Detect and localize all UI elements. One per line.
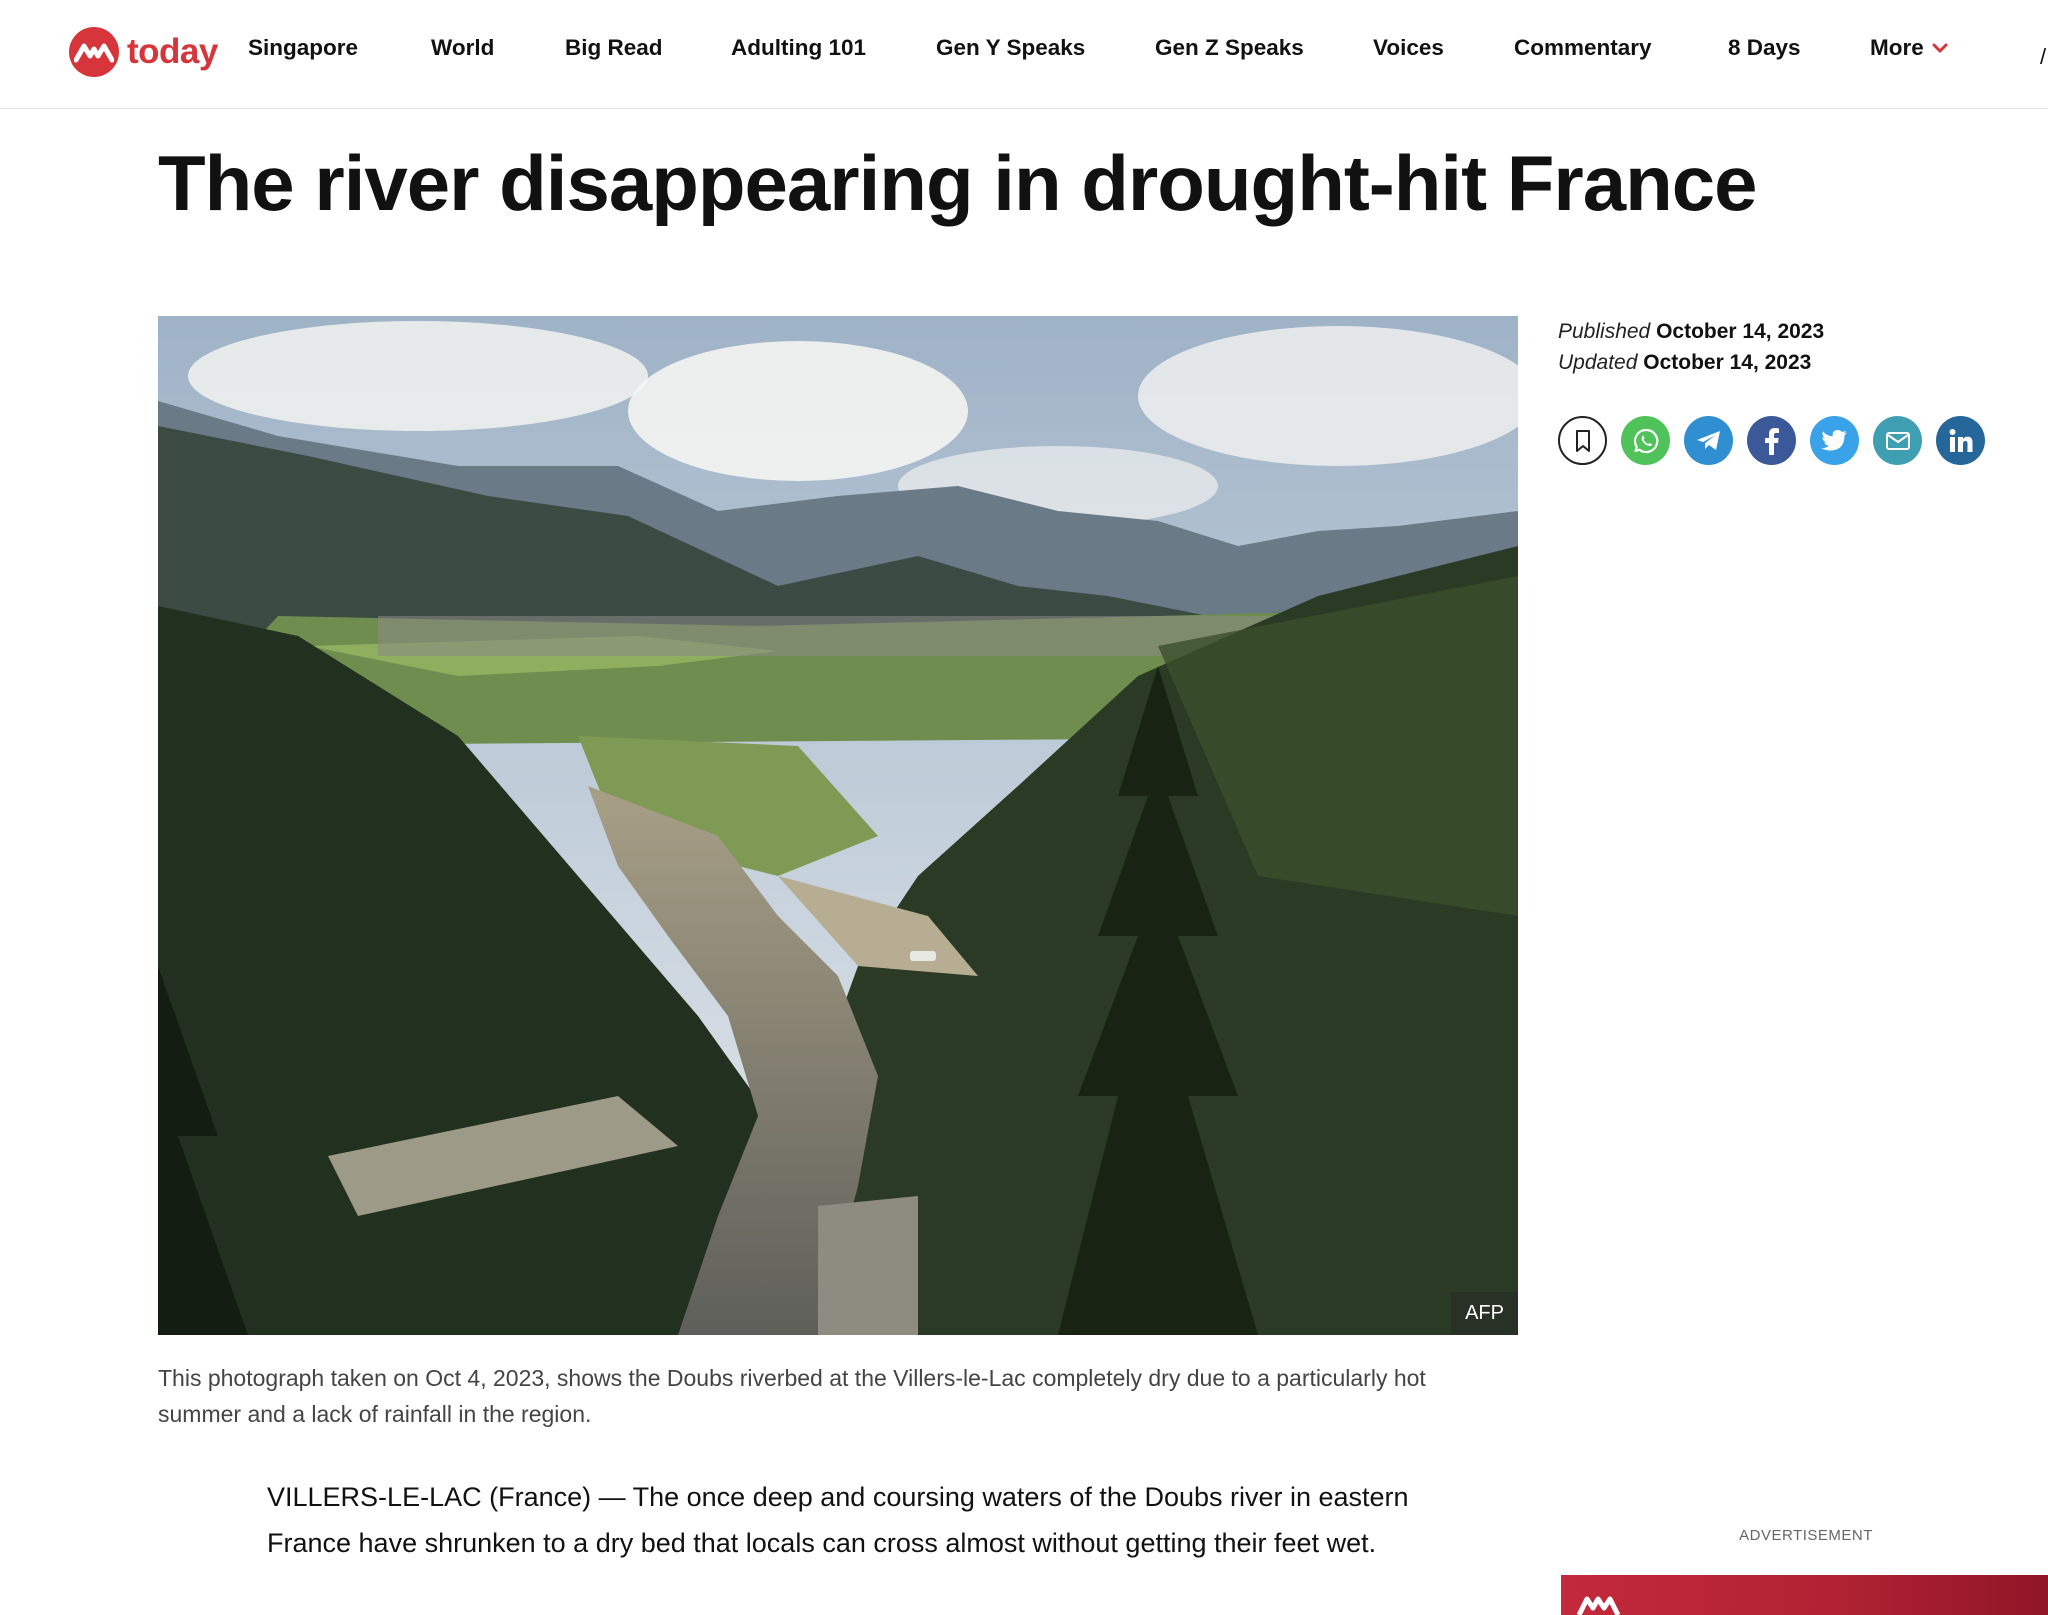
hero-photo[interactable]: AFP <box>158 316 1518 1335</box>
twitter-icon <box>1821 429 1847 450</box>
photo-caption: This photograph taken on Oct 4, 2023, sh… <box>158 1365 1426 1427</box>
nav-item-8-days[interactable]: 8 Days <box>1728 35 1801 61</box>
logo-text: today <box>127 32 218 71</box>
nav-item-gen-y-speaks[interactable]: Gen Y Speaks <box>936 35 1085 61</box>
bookmark-icon <box>1575 429 1590 452</box>
share-linkedin-button[interactable] <box>1936 416 1985 465</box>
advertisement-label: ADVERTISEMENT <box>1739 1527 1873 1544</box>
nav-item-commentary[interactable]: Commentary <box>1514 35 1652 61</box>
published-label: Published <box>1558 320 1651 343</box>
top-navigation-bar: today Singapore World Big Read Adulting … <box>0 0 2048 109</box>
telegram-icon <box>1696 430 1720 450</box>
share-telegram-button[interactable] <box>1684 416 1733 465</box>
header-overflow-icon: / <box>2040 44 2047 69</box>
chevron-down-icon <box>1932 43 1948 53</box>
whatsapp-icon <box>1633 428 1658 453</box>
nav-item-singapore[interactable]: Singapore <box>248 35 358 61</box>
nav-item-adulting-101[interactable]: Adulting 101 <box>731 35 866 61</box>
logo-mark-icon <box>69 27 119 77</box>
published-date: October 14, 2023 <box>1656 320 1825 343</box>
article-headline: The river disappearing in drought-hit Fr… <box>158 139 1758 227</box>
share-whatsapp-button[interactable] <box>1621 416 1670 465</box>
updated-label: Updated <box>1558 351 1638 374</box>
share-toolbar <box>1558 416 1985 465</box>
linkedin-icon <box>1949 428 1972 452</box>
nav-item-gen-z-speaks[interactable]: Gen Z Speaks <box>1155 35 1304 61</box>
hero-photo-illustration <box>158 316 1518 1335</box>
published-line: Published October 14, 2023 <box>1558 316 1824 347</box>
article-meta: Published October 14, 2023 Updated Octob… <box>1558 316 1824 378</box>
bookmark-button[interactable] <box>1558 416 1607 465</box>
email-icon <box>1885 431 1910 450</box>
nav-item-voices[interactable]: Voices <box>1373 35 1444 61</box>
updated-date: October 14, 2023 <box>1643 351 1812 374</box>
ad-logo-icon <box>1576 1596 1621 1615</box>
share-twitter-button[interactable] <box>1810 416 1859 465</box>
nav-more-label: More <box>1870 35 1924 60</box>
nav-item-big-read[interactable]: Big Read <box>565 35 663 61</box>
updated-line: Updated October 14, 2023 <box>1558 347 1824 378</box>
facebook-icon <box>1764 427 1779 455</box>
photo-credit: AFP <box>1451 1292 1518 1335</box>
article-lead-paragraph: VILLERS-LE-LAC (France) — The once deep … <box>267 1482 1409 1558</box>
advertisement-banner[interactable] <box>1561 1575 2048 1615</box>
share-facebook-button[interactable] <box>1747 416 1796 465</box>
nav-item-world[interactable]: World <box>431 35 494 61</box>
share-email-button[interactable] <box>1873 416 1922 465</box>
site-logo[interactable]: today <box>69 26 218 78</box>
nav-more-menu[interactable]: More <box>1870 35 1948 61</box>
